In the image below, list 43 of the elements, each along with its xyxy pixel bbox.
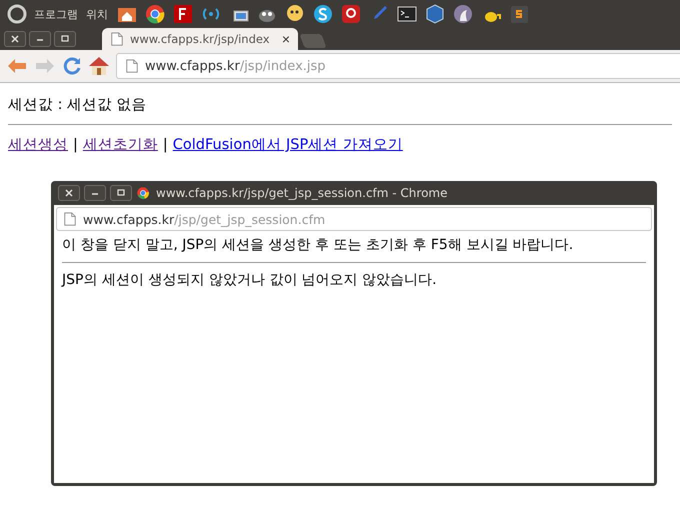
filezilla-icon[interactable] — [172, 3, 194, 25]
maximize-icon — [60, 34, 70, 44]
close-button[interactable] — [4, 31, 26, 47]
page-link[interactable]: ColdFusion에서 JSP세션 가져오기 — [172, 137, 403, 153]
url-path: /jsp/index.jsp — [240, 58, 326, 74]
page-link[interactable]: 세션생성 — [8, 137, 68, 153]
address-bar[interactable]: www.cfapps.kr/jsp/index.jsp — [116, 53, 680, 79]
address-bar[interactable]: www.cfapps.kr/jsp/get_jsp_session.cfm — [56, 207, 652, 231]
sublime-icon[interactable] — [508, 3, 530, 25]
maximize-button[interactable] — [110, 185, 132, 201]
ring-app-icon[interactable] — [340, 3, 362, 25]
url-host: www.cfapps.kr — [83, 212, 174, 226]
tab-close-button[interactable]: × — [282, 31, 290, 47]
minimize-button[interactable] — [29, 31, 51, 47]
link-separator: | — [162, 137, 168, 153]
instruction-text: 이 창을 닫지 말고, JSP의 세션을 생성한 후 또는 초기화 후 F5해 보시길 바랍니다. — [61, 236, 574, 254]
close-icon — [64, 188, 74, 198]
page-link[interactable]: 세션초기화 — [82, 137, 158, 153]
page-icon — [63, 211, 77, 227]
ubuntu-logo-icon[interactable] — [6, 3, 28, 25]
chrome-icon — [136, 186, 150, 200]
maximize-icon — [116, 188, 126, 198]
panel-menu[interactable]: 위치 — [86, 6, 108, 22]
session-value-text: 세션값 : 세션값 없음 — [8, 96, 148, 114]
panel-menu[interactable]: 프로그램 — [34, 6, 78, 22]
url-host: www.cfapps.kr — [145, 58, 240, 74]
skype-icon[interactable] — [312, 3, 334, 25]
tab-title: www.cfapps.kr/jsp/index — [130, 32, 271, 46]
page-icon — [110, 31, 124, 47]
cube-icon[interactable] — [424, 3, 446, 25]
browser-tab[interactable]: www.cfapps.kr/jsp/index × — [102, 28, 298, 50]
close-button[interactable] — [58, 185, 80, 201]
restore-button[interactable] — [54, 31, 76, 47]
link-separator: | — [73, 137, 78, 153]
url-path: /jsp/get_jsp_session.cfm — [174, 212, 326, 226]
home-button[interactable] — [88, 56, 110, 76]
chrome-icon[interactable] — [144, 3, 166, 25]
close-icon — [10, 34, 20, 44]
window-title: www.cfapps.kr/jsp/get_jsp_session.cfm - Chrome — [156, 186, 448, 200]
message-text: JSP의 세션이 생성되지 않았거나 값이 넘어오지 않았습니다. — [60, 271, 438, 289]
page-icon — [125, 58, 139, 74]
reload-button[interactable] — [62, 56, 82, 76]
minimize-button[interactable] — [84, 185, 106, 201]
